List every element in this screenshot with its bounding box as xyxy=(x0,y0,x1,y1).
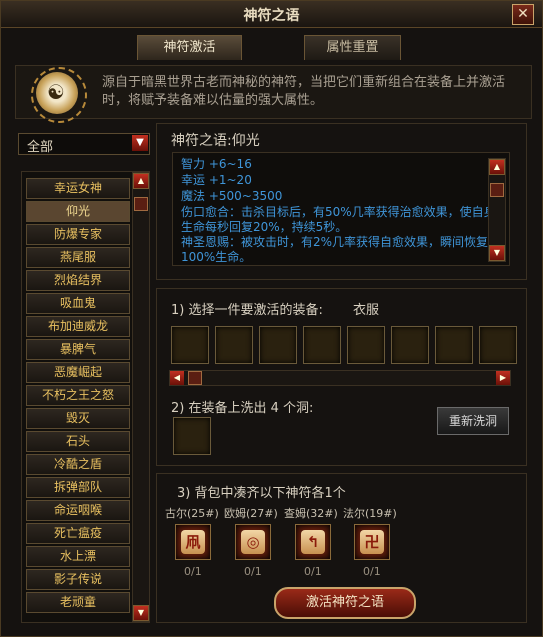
equip-slot[interactable] xyxy=(171,326,209,364)
rune-count: 0/1 xyxy=(304,565,322,578)
list-item[interactable]: 幸运女神 xyxy=(26,178,130,199)
dropdown-arrow-icon[interactable]: ▼ xyxy=(132,135,148,151)
rune-emblem-icon xyxy=(31,67,87,123)
attribute-line: 幸运 +1~20 xyxy=(181,173,252,187)
step2-label: 2) 在装备上洗出 4 个洞: xyxy=(171,401,314,416)
rune-name: 古尔(25#) xyxy=(165,507,219,520)
step1-label: 1) 选择一件要激活的装备: xyxy=(171,303,323,318)
rune-ohm-icon: ◎ xyxy=(241,530,265,554)
scroll-left-icon[interactable]: ◀ xyxy=(170,371,184,385)
rune-cham-icon: ↰ xyxy=(301,530,325,554)
attribute-line: 魔法 +500~3500 xyxy=(181,189,283,203)
scroll-thumb[interactable] xyxy=(134,197,148,211)
scroll-up-icon[interactable]: ▲ xyxy=(489,159,505,175)
attribute-line: 智力 +6~16 xyxy=(181,157,252,171)
equip-slot[interactable] xyxy=(347,326,385,364)
scroll-down-icon[interactable]: ▼ xyxy=(133,605,149,621)
list-item[interactable]: 老顽童 xyxy=(26,592,130,613)
list-item[interactable]: 拆弹部队 xyxy=(26,477,130,498)
list-item[interactable]: 不朽之王之怒 xyxy=(26,385,130,406)
rune-slot[interactable]: 凧 xyxy=(175,524,211,560)
rune-slot[interactable]: ◎ xyxy=(235,524,271,560)
rune-slot[interactable]: ↰ xyxy=(295,524,331,560)
activate-runeword-button[interactable]: 激活神符之语 xyxy=(274,587,416,619)
attribute-line: 伤口愈合：击杀目标后，有50%几率获得治愈效果，使自身生命每秒回复20%，持续5… xyxy=(181,205,496,234)
equip-slot[interactable] xyxy=(435,326,473,364)
rune-slot[interactable]: 卍 xyxy=(354,524,390,560)
list-item[interactable]: 恶魔崛起 xyxy=(26,362,130,383)
list-scrollbar[interactable]: ▲ ▼ xyxy=(132,172,150,622)
list-item[interactable]: 暴脾气 xyxy=(26,339,130,360)
runeword-list: 幸运女神 仰光 防爆专家 燕尾服 烈焰结界 吸血鬼 布加迪威龙 暴脾气 恶魔崛起… xyxy=(21,171,150,623)
equip-slot[interactable] xyxy=(479,326,517,364)
step1-equip-type: 衣服 xyxy=(353,303,380,318)
list-item[interactable]: 命运咽喉 xyxy=(26,500,130,521)
tab-activate[interactable]: 神符激活 xyxy=(137,35,242,60)
equip-scrollbar[interactable]: ◀ ▶ xyxy=(169,370,511,386)
title-bar[interactable]: 神符之语 ✕ xyxy=(1,1,542,28)
rune-name: 法尔(19#) xyxy=(343,507,397,520)
scroll-down-icon[interactable]: ▼ xyxy=(489,245,505,261)
reroll-sockets-button[interactable]: 重新洗洞 xyxy=(437,407,509,435)
attribute-box: 智力 +6~16 幸运 +1~20 魔法 +500~3500 伤口愈合：击杀目标… xyxy=(172,152,510,266)
equip-slot[interactable] xyxy=(215,326,253,364)
rune-count: 0/1 xyxy=(184,565,202,578)
list-item[interactable]: 吸血鬼 xyxy=(26,293,130,314)
list-item[interactable]: 毁灭 xyxy=(26,408,130,429)
equip-slot[interactable] xyxy=(303,326,341,364)
close-button[interactable]: ✕ xyxy=(512,4,534,25)
scroll-thumb[interactable] xyxy=(490,183,504,197)
filter-dropdown[interactable]: 全部 ▼ xyxy=(18,133,150,155)
info-banner: 源自于暗黑世界古老而神秘的神符，当把它们重新组合在装备上并激活时，将赋予装备难以… xyxy=(15,65,532,123)
list-item[interactable]: 影子传说 xyxy=(26,569,130,590)
list-item[interactable]: 冷酷之盾 xyxy=(26,454,130,475)
list-item[interactable]: 烈焰结界 xyxy=(26,270,130,291)
list-item[interactable]: 死亡瘟疫 xyxy=(26,523,130,544)
scroll-thumb[interactable] xyxy=(188,371,202,385)
tab-reset[interactable]: 属性重置 xyxy=(304,35,401,60)
attribute-scrollbar[interactable]: ▲ ▼ xyxy=(488,158,506,262)
rune-count: 0/1 xyxy=(244,565,262,578)
banner-description: 源自于暗黑世界古老而神秘的神符，当把它们重新组合在装备上并激活时，将赋予装备难以… xyxy=(102,75,506,108)
rune-fal-icon: 卍 xyxy=(360,530,384,554)
rune-name: 欧姆(27#) xyxy=(224,507,278,520)
list-item-selected[interactable]: 仰光 xyxy=(26,201,130,222)
list-item[interactable]: 燕尾服 xyxy=(26,247,130,268)
list-item[interactable]: 石头 xyxy=(26,431,130,452)
runeword-window: 神符之语 ✕ 神符激活 属性重置 源自于暗黑世界古老而神秘的神符，当把它们重新组… xyxy=(0,0,543,637)
list-item[interactable]: 水上漂 xyxy=(26,546,130,567)
runeword-detail-panel: 神符之语:仰光 智力 +6~16 幸运 +1~20 魔法 +500~3500 伤… xyxy=(156,123,527,280)
rune-gul-icon: 凧 xyxy=(181,530,205,554)
rune-name: 查姆(32#) xyxy=(284,507,338,520)
scroll-right-icon[interactable]: ▶ xyxy=(496,371,510,385)
socket-slot xyxy=(173,417,211,455)
list-item[interactable]: 防爆专家 xyxy=(26,224,130,245)
runeword-title: 神符之语:仰光 xyxy=(171,133,260,149)
list-item[interactable]: 布加迪威龙 xyxy=(26,316,130,337)
filter-selected: 全部 xyxy=(27,140,54,155)
attribute-line: 神圣恩赐：被攻击时，有2%几率获得自愈效果，瞬间恢复100%生命。 xyxy=(181,235,489,264)
window-title: 神符之语 xyxy=(243,8,300,24)
scroll-up-icon[interactable]: ▲ xyxy=(133,173,149,189)
equip-slot[interactable] xyxy=(391,326,429,364)
step3-label: 3) 背包中凑齐以下神符各1个 xyxy=(177,486,346,501)
equip-slot[interactable] xyxy=(259,326,297,364)
rune-count: 0/1 xyxy=(363,565,381,578)
